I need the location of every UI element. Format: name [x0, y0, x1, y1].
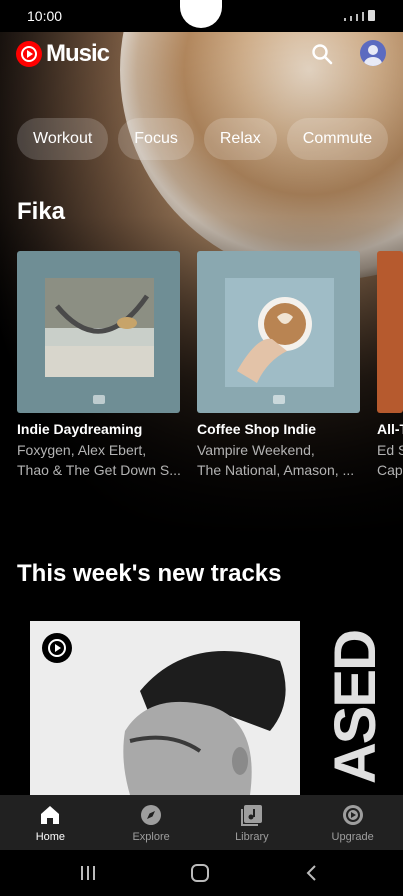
upgrade-icon — [342, 805, 363, 825]
playlist-art — [197, 251, 360, 413]
side-art-text: ASED — [323, 631, 388, 785]
youtube-small-icon — [93, 395, 105, 404]
mood-chips: Workout Focus Relax Commute — [17, 118, 389, 160]
playlist-subtitle: Foxygen, Alex Ebert, — [17, 442, 147, 458]
account-avatar[interactable] — [360, 40, 386, 66]
side-release-art[interactable]: ASED — [310, 621, 403, 795]
playlist-subtitle: The National, Amason, ... — [197, 462, 355, 478]
nav-upgrade[interactable]: Upgrade — [302, 795, 403, 850]
playlist-subtitle: Ed S — [377, 442, 403, 458]
compass-icon — [141, 805, 162, 825]
recent-apps-icon[interactable] — [78, 863, 98, 883]
youtube-music-logo-icon — [16, 41, 42, 67]
nav-library[interactable]: Library — [202, 795, 303, 850]
home-button-icon[interactable] — [190, 863, 210, 883]
playlist-card[interactable]: Indie Daydreaming Foxygen, Alex Ebert, T… — [17, 251, 180, 480]
camera-notch — [180, 0, 222, 28]
new-release-art[interactable] — [30, 621, 300, 795]
nav-home[interactable]: Home — [0, 795, 101, 850]
chip-focus[interactable]: Focus — [118, 118, 194, 160]
logo-text: Music — [46, 40, 110, 67]
battery-icon — [368, 10, 375, 21]
signal-icon — [350, 16, 352, 21]
playlist-subtitle: Vampire Weekend, — [197, 442, 315, 458]
chip-workout[interactable]: Workout — [17, 118, 109, 160]
signal-icon — [362, 12, 364, 21]
back-icon[interactable] — [302, 863, 322, 883]
playlist-subtitle: Cap — [377, 462, 403, 478]
playlist-title: Indie Daydreaming — [17, 421, 143, 437]
play-icon[interactable] — [42, 633, 72, 663]
bottom-navigation: Home Explore Library Upgrade — [0, 795, 403, 850]
section-title-fika: Fika — [17, 198, 66, 225]
chip-commute[interactable]: Commute — [286, 118, 389, 160]
status-icons — [344, 10, 375, 21]
playlist-title: All-T — [377, 421, 403, 437]
nav-label: Library — [235, 831, 269, 843]
playlist-title: Coffee Shop Indie — [197, 421, 316, 437]
hammock-image — [45, 278, 154, 377]
signal-icon — [344, 18, 346, 21]
nav-label: Upgrade — [331, 831, 374, 843]
home-icon — [41, 806, 60, 824]
system-navigation-bar — [0, 850, 403, 896]
library-icon — [240, 805, 262, 826]
playlist-card[interactable]: All-T Ed S Cap — [377, 251, 403, 480]
app-header: Music — [0, 34, 403, 74]
playlist-art — [17, 251, 180, 413]
playlist-card[interactable]: Coffee Shop Indie Vampire Weekend, The N… — [197, 251, 360, 480]
youtube-small-icon — [273, 395, 285, 404]
search-icon[interactable] — [308, 40, 336, 68]
status-bar: 10:00 — [0, 0, 403, 32]
nav-label: Explore — [132, 831, 170, 843]
playlist-art — [377, 251, 403, 413]
signal-icon — [356, 14, 358, 21]
playlist-subtitle: Thao & The Get Down S... — [17, 462, 180, 478]
app-logo[interactable]: Music — [16, 40, 110, 68]
chip-relax[interactable]: Relax — [203, 118, 277, 160]
latte-image — [225, 278, 334, 387]
nav-explore[interactable]: Explore — [101, 795, 202, 850]
status-time: 10:00 — [27, 8, 63, 24]
account-icon — [364, 45, 382, 66]
section-title-new-tracks: This week's new tracks — [17, 560, 282, 587]
nav-label: Home — [35, 831, 66, 843]
